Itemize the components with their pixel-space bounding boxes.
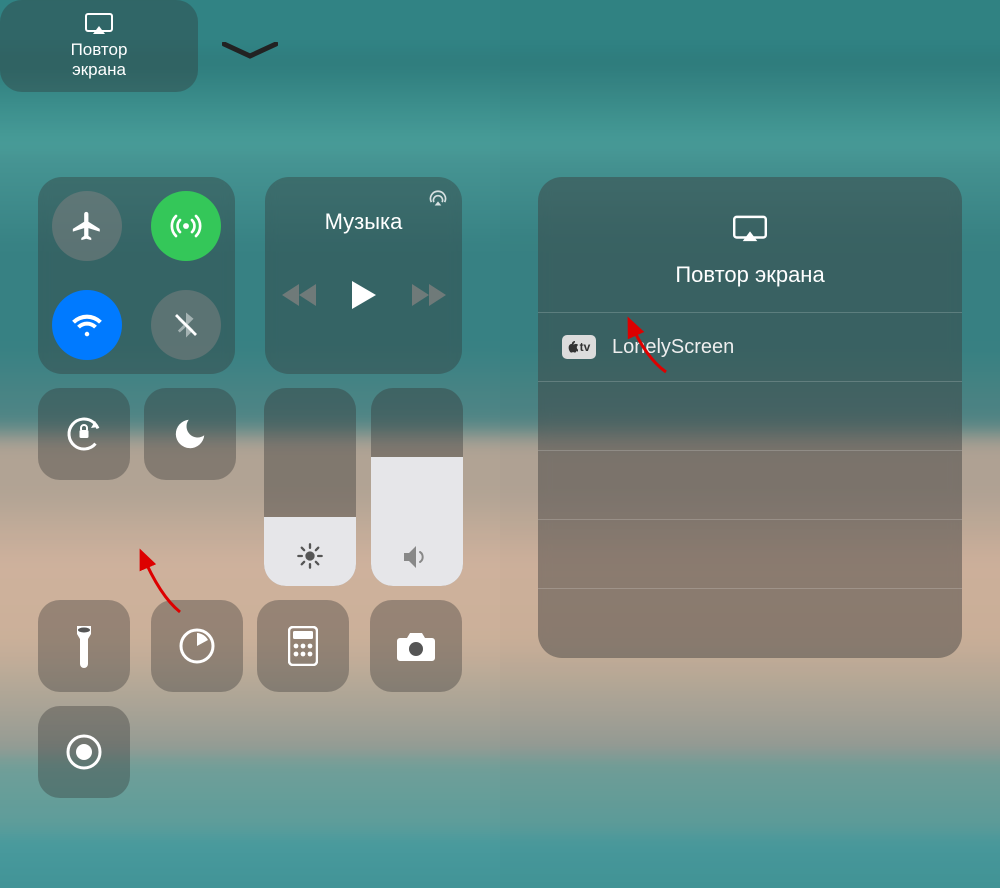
dismiss-chevron-icon[interactable]	[222, 42, 278, 65]
empty-device-slot	[538, 381, 962, 450]
media-controls-card[interactable]: Музыка	[265, 177, 462, 374]
brightness-icon	[264, 542, 356, 570]
screen-record-button[interactable]	[38, 706, 130, 798]
control-center-screen: Музыка Повторэкрана	[0, 0, 500, 888]
airplay-device-name: LonelyScreen	[612, 336, 734, 359]
camera-button[interactable]	[370, 600, 462, 692]
rewind-icon[interactable]	[282, 284, 316, 311]
two-screenshot-composite: Музыка Повторэкрана	[0, 0, 1000, 888]
playback-controls	[265, 281, 462, 314]
screen-mirroring-icon	[733, 215, 767, 243]
do-not-disturb-toggle[interactable]	[144, 388, 236, 480]
empty-device-slot	[538, 519, 962, 588]
wifi-toggle[interactable]	[52, 290, 122, 360]
airplay-device-row[interactable]: tv LonelyScreen	[538, 312, 962, 381]
volume-slider[interactable]	[371, 388, 463, 586]
flashlight-button[interactable]	[38, 600, 130, 692]
modal-header: Повтор экрана	[538, 177, 962, 312]
connectivity-group	[38, 177, 235, 374]
apple-tv-badge-icon: tv	[562, 335, 596, 359]
brightness-slider[interactable]	[264, 388, 356, 586]
modal-title: Повтор экрана	[558, 262, 942, 288]
screen-mirroring-label: Повторэкрана	[71, 40, 128, 79]
orientation-lock-toggle[interactable]	[38, 388, 130, 480]
bluetooth-toggle[interactable]	[151, 290, 221, 360]
media-title: Музыка	[265, 209, 462, 235]
play-icon[interactable]	[352, 281, 376, 314]
empty-device-slot	[538, 588, 962, 657]
forward-icon[interactable]	[412, 284, 446, 311]
airplane-mode-toggle[interactable]	[52, 191, 122, 261]
screen-mirroring-icon	[85, 13, 113, 35]
calculator-button[interactable]	[257, 600, 349, 692]
cellular-data-toggle[interactable]	[151, 191, 221, 261]
timer-button[interactable]	[151, 600, 243, 692]
empty-device-slot	[538, 450, 962, 519]
speaker-icon	[371, 544, 463, 570]
screen-mirroring-modal: Повтор экрана tv LonelyScreen	[538, 177, 962, 658]
control-center: Музыка Повторэкрана	[0, 0, 500, 888]
screen-mirroring-button[interactable]: Повторэкрана	[0, 0, 198, 92]
screen-mirroring-sheet-screen: Повтор экрана tv LonelyScreen	[500, 0, 1000, 888]
